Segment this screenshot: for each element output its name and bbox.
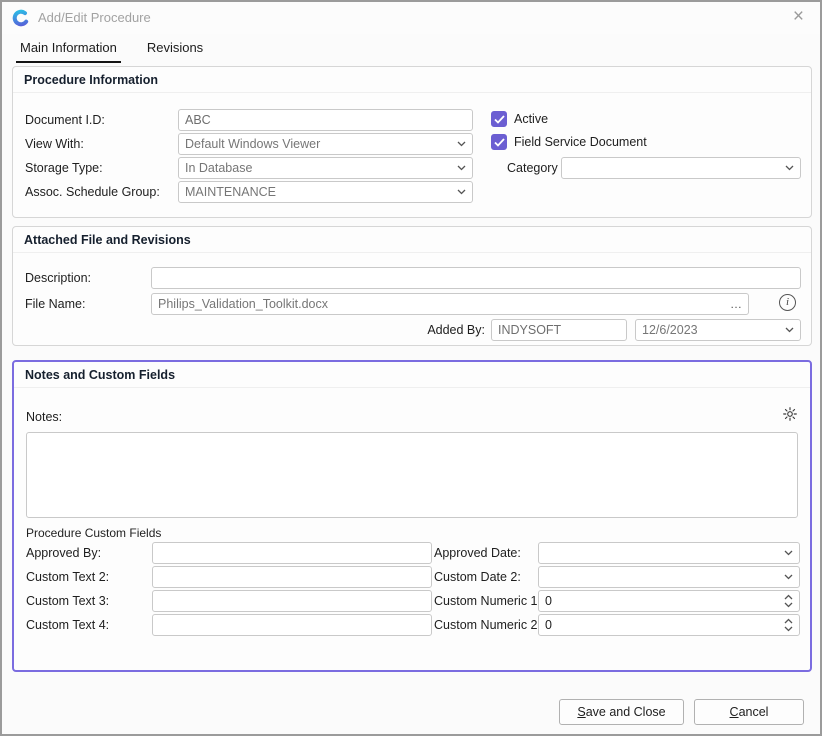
chevron-down-icon [784,550,793,556]
storage-type-label: Storage Type: [25,157,103,179]
custom-numeric-1-stepper[interactable]: 0 [538,590,800,612]
approved-date-dropdown[interactable] [538,542,800,564]
notes-custom-fields-title: Notes and Custom Fields [14,362,810,388]
close-icon[interactable]: × [789,2,808,32]
browse-ellipsis-button[interactable]: … [730,294,742,314]
custom-numeric-1-value: 0 [545,594,784,608]
field-service-document-checkbox[interactable] [491,134,507,150]
tab-revisions[interactable]: Revisions [143,38,207,63]
custom-date-2-dropdown[interactable] [538,566,800,588]
file-name-value: Philips_Validation_Toolkit.docx [158,297,726,311]
storage-type-dropdown[interactable]: In Database [178,157,473,179]
custom-text-4-input[interactable] [152,614,432,636]
schedule-group-dropdown[interactable]: MAINTENANCE [178,181,473,203]
custom-text-2-input[interactable] [152,566,432,588]
gear-icon[interactable] [782,406,798,427]
custom-numeric-2-stepper[interactable]: 0 [538,614,800,636]
custom-numeric-1-label: Custom Numeric 1: [434,590,541,612]
tab-main-information[interactable]: Main Information [16,38,121,63]
attached-file-group: Attached File and Revisions Description:… [12,226,812,346]
custom-text-2-label: Custom Text 2: [26,566,109,588]
file-name-field[interactable]: Philips_Validation_Toolkit.docx … [151,293,749,315]
added-by-input[interactable] [491,319,627,341]
field-service-document-label: Field Service Document [514,131,647,153]
add-edit-procedure-dialog: Add/Edit Procedure × Main Information Re… [0,0,822,736]
view-with-label: View With: [25,133,84,155]
custom-numeric-2-value: 0 [545,618,784,632]
chevron-down-icon [457,141,466,147]
category-label: Category [507,157,558,179]
chevron-down-icon [457,189,466,195]
approved-by-input[interactable] [152,542,432,564]
approved-by-label: Approved By: [26,542,101,564]
schedule-group-label: Assoc. Schedule Group: [25,181,160,203]
chevron-down-icon [784,574,793,580]
notes-textarea[interactable] [26,432,798,518]
approved-date-label: Approved Date: [434,542,521,564]
procedure-information-title: Procedure Information [13,67,811,93]
active-label: Active [514,108,548,130]
added-date-dropdown[interactable]: 12/6/2023 [635,319,801,341]
document-id-input[interactable] [178,109,473,131]
notes-custom-fields-group: Notes and Custom Fields Notes: Procedure… [12,360,812,672]
cancel-button[interactable]: Cancel [694,699,804,725]
storage-type-value: In Database [185,161,457,175]
chevron-down-icon [785,327,794,333]
schedule-group-value: MAINTENANCE [185,185,457,199]
spinner-up-down-icon[interactable] [784,594,793,608]
custom-date-2-label: Custom Date 2: [434,566,521,588]
title-bar: Add/Edit Procedure × [2,2,820,34]
custom-text-3-label: Custom Text 3: [26,590,109,612]
tab-strip: Main Information Revisions [16,38,207,63]
description-input[interactable] [151,267,801,289]
info-icon[interactable]: i [779,294,796,311]
added-date-value: 12/6/2023 [642,323,785,337]
chevron-down-icon [457,165,466,171]
procedure-information-group: Procedure Information Document I.D: View… [12,66,812,218]
spinner-up-down-icon[interactable] [784,618,793,632]
file-name-label: File Name: [25,293,85,315]
description-label: Description: [25,267,91,289]
notes-label: Notes: [26,406,62,428]
save-and-close-button[interactable]: Save and Close [559,699,684,725]
active-checkbox[interactable] [491,111,507,127]
view-with-value: Default Windows Viewer [185,137,457,151]
added-by-label: Added By: [365,319,485,341]
custom-text-3-input[interactable] [152,590,432,612]
document-id-label: Document I.D: [25,109,105,131]
custom-text-4-label: Custom Text 4: [26,614,109,636]
procedure-custom-fields-caption: Procedure Custom Fields [26,524,161,542]
window-title: Add/Edit Procedure [38,2,151,34]
attached-file-title: Attached File and Revisions [13,227,811,253]
chevron-down-icon [785,165,794,171]
app-logo-icon [12,9,30,27]
custom-numeric-2-label: Custom Numeric 2: [434,614,541,636]
category-dropdown[interactable] [561,157,801,179]
view-with-dropdown[interactable]: Default Windows Viewer [178,133,473,155]
